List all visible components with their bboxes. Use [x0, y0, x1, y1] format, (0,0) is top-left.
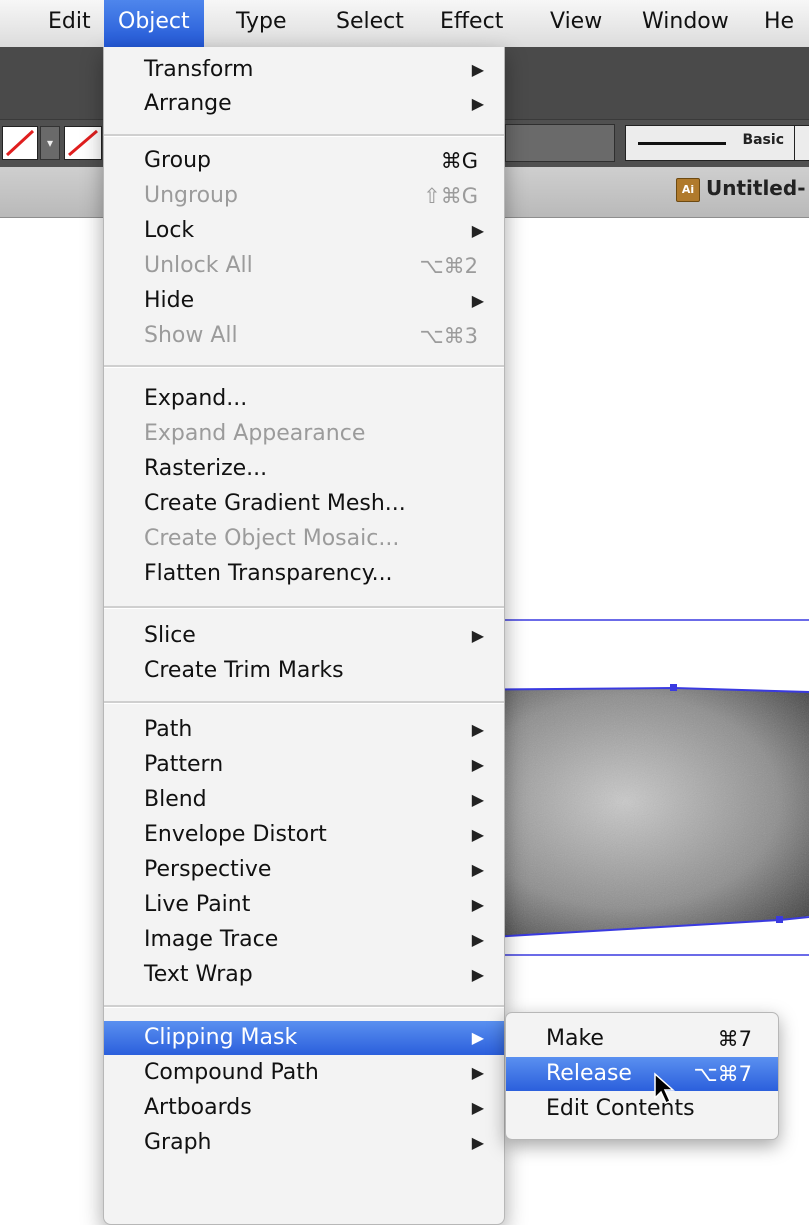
menu-item-label: Envelope Distort	[144, 822, 327, 847]
menu-item-label: Graph	[144, 1130, 212, 1155]
menu-item-label: Transform	[144, 57, 254, 82]
menu-item-pattern[interactable]: Pattern ▶	[104, 748, 504, 782]
submenu-item-make[interactable]: Make ⌘7	[506, 1022, 778, 1056]
menu-item-blend[interactable]: Blend ▶	[104, 783, 504, 817]
menu-item-create-trim-marks[interactable]: Create Trim Marks	[104, 654, 504, 688]
menu-item-label: Rasterize...	[144, 456, 268, 481]
submenu-arrow-icon: ▶	[471, 720, 484, 739]
menu-item-expand-appearance: Expand Appearance	[104, 417, 504, 451]
submenu-arrow-icon: ▶	[471, 790, 484, 809]
menu-item-rasterize[interactable]: Rasterize...	[104, 452, 504, 486]
menu-item-label: Lock	[144, 218, 195, 243]
menu-item-ungroup: Ungroup ⇧⌘G	[104, 179, 504, 213]
mouse-pointer-icon	[654, 1072, 675, 1105]
menu-item-label: Artboards	[144, 1095, 252, 1120]
submenu-arrow-icon: ▶	[471, 94, 484, 113]
menu-item-label: Group	[144, 148, 211, 173]
menu-item-label: Path	[144, 717, 193, 742]
menu-item-label: Show All	[144, 323, 238, 348]
menu-item-artboards[interactable]: Artboards ▶	[104, 1091, 504, 1125]
submenu-arrow-icon: ▶	[471, 1133, 484, 1152]
submenu-arrow-icon: ▶	[471, 1063, 484, 1082]
menu-item-transform[interactable]: Transform ▶	[104, 53, 504, 87]
menu-item-perspective[interactable]: Perspective ▶	[104, 853, 504, 887]
menu-separator	[104, 1005, 504, 1008]
menu-item-shortcut: ⌥⌘3	[419, 324, 478, 348]
menu-item-expand[interactable]: Expand...	[104, 382, 504, 416]
menu-item-label: Clipping Mask	[144, 1025, 298, 1050]
submenu-item-shortcut: ⌥⌘7	[693, 1062, 752, 1086]
submenu-item-edit-contents[interactable]: Edit Contents	[506, 1092, 778, 1126]
object-menu-dropdown: Transform ▶ Arrange ▶ Group ⌘G Ungroup ⇧⌘G L…	[103, 47, 505, 1225]
menu-item-shortcut: ⌘G	[440, 149, 478, 173]
submenu-arrow-icon: ▶	[471, 755, 484, 774]
submenu-item-release[interactable]: Release ⌥⌘7	[506, 1057, 778, 1091]
menu-item-create-object-mosaic: Create Object Mosaic...	[104, 522, 504, 556]
submenu-arrow-icon: ▶	[471, 60, 484, 79]
menu-item-clipping-mask[interactable]: Clipping Mask ▶	[104, 1021, 504, 1055]
menu-item-flatten-transparency[interactable]: Flatten Transparency...	[104, 557, 504, 591]
menu-item-arrange[interactable]: Arrange ▶	[104, 87, 504, 121]
menu-item-shortcut: ⌥⌘2	[419, 254, 478, 278]
menu-item-group[interactable]: Group ⌘G	[104, 144, 504, 178]
menu-item-slice[interactable]: Slice ▶	[104, 619, 504, 653]
menu-item-label: Create Gradient Mesh...	[144, 491, 406, 516]
menu-item-path[interactable]: Path ▶	[104, 713, 504, 747]
menu-item-label: Ungroup	[144, 183, 238, 208]
menu-item-create-gradient-mesh[interactable]: Create Gradient Mesh...	[104, 487, 504, 521]
submenu-arrow-icon: ▶	[471, 895, 484, 914]
anchor-point[interactable]	[670, 684, 677, 691]
menu-item-label: Create Trim Marks	[144, 658, 344, 683]
menu-item-unlock-all: Unlock All ⌥⌘2	[104, 249, 504, 283]
menu-separator	[104, 365, 504, 368]
menu-item-label: Expand...	[144, 386, 248, 411]
clipping-mask-submenu: Make ⌘7 Release ⌥⌘7 Edit Contents	[505, 1012, 779, 1140]
menu-separator	[104, 606, 504, 609]
menu-item-image-trace[interactable]: Image Trace ▶	[104, 923, 504, 957]
menu-item-label: Slice	[144, 623, 196, 648]
menu-item-shortcut: ⇧⌘G	[423, 184, 478, 208]
menu-item-label: Compound Path	[144, 1060, 319, 1085]
menu-item-label: Pattern	[144, 752, 224, 777]
menu-item-compound-path[interactable]: Compound Path ▶	[104, 1056, 504, 1090]
submenu-item-shortcut: ⌘7	[717, 1027, 752, 1051]
menu-item-label: Text Wrap	[144, 962, 253, 987]
menu-separator	[104, 134, 504, 137]
menu-separator	[104, 701, 504, 704]
menu-item-show-all: Show All ⌥⌘3	[104, 319, 504, 353]
submenu-arrow-icon: ▶	[471, 930, 484, 949]
menu-item-label: Create Object Mosaic...	[144, 526, 400, 551]
submenu-arrow-icon: ▶	[471, 965, 484, 984]
submenu-arrow-icon: ▶	[471, 291, 484, 310]
menu-item-envelope-distort[interactable]: Envelope Distort ▶	[104, 818, 504, 852]
submenu-item-label: Make	[546, 1026, 604, 1051]
menu-item-label: Flatten Transparency...	[144, 561, 393, 586]
menu-item-label: Expand Appearance	[144, 421, 366, 446]
menu-item-hide[interactable]: Hide ▶	[104, 284, 504, 318]
menu-item-label: Hide	[144, 288, 195, 313]
submenu-item-label: Release	[546, 1061, 632, 1086]
menu-item-lock[interactable]: Lock ▶	[104, 214, 504, 248]
menu-item-graph[interactable]: Graph ▶	[104, 1126, 504, 1160]
menu-item-label: Arrange	[144, 91, 232, 116]
menu-item-label: Unlock All	[144, 253, 253, 278]
menu-item-text-wrap[interactable]: Text Wrap ▶	[104, 958, 504, 992]
submenu-arrow-icon: ▶	[471, 1028, 484, 1047]
submenu-arrow-icon: ▶	[471, 626, 484, 645]
anchor-point[interactable]	[776, 916, 783, 923]
menu-item-label: Blend	[144, 787, 207, 812]
menu-item-label: Image Trace	[144, 927, 279, 952]
submenu-arrow-icon: ▶	[471, 860, 484, 879]
menu-item-label: Live Paint	[144, 892, 251, 917]
menu-item-live-paint[interactable]: Live Paint ▶	[104, 888, 504, 922]
submenu-arrow-icon: ▶	[471, 1098, 484, 1117]
submenu-arrow-icon: ▶	[471, 221, 484, 240]
submenu-arrow-icon: ▶	[471, 825, 484, 844]
menu-item-label: Perspective	[144, 857, 272, 882]
